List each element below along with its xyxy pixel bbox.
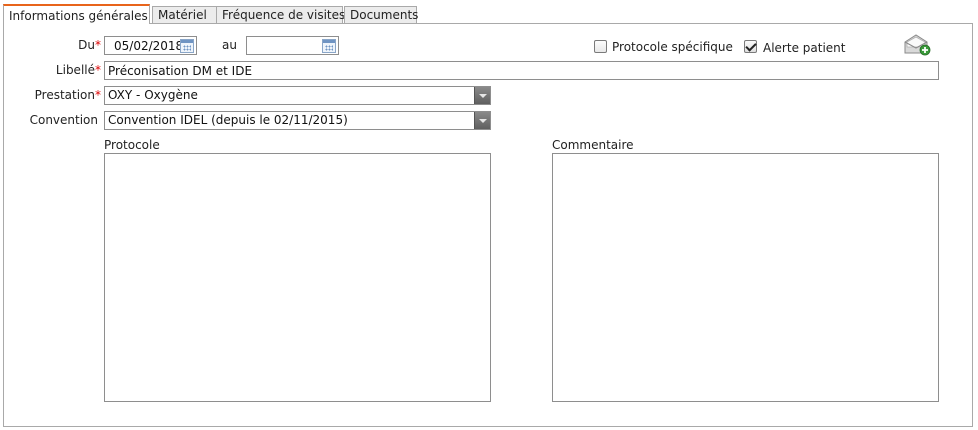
libelle-label: Libellé* [55, 63, 101, 77]
prestation-select[interactable]: OXY - Oxygène [104, 86, 491, 105]
convention-label: Convention [29, 113, 98, 127]
calendar-icon[interactable] [322, 39, 336, 53]
protocole-specifique-label: Protocole spécifique [612, 40, 733, 54]
au-label: au [222, 38, 237, 52]
protocole-specifique-checkbox[interactable] [594, 40, 607, 53]
tab-label: Matériel [158, 8, 207, 22]
convention-select[interactable]: Convention IDEL (depuis le 02/11/2015) [104, 111, 491, 130]
tab-label: Documents [350, 8, 419, 22]
tab-label: Informations générales [9, 9, 148, 23]
calendar-icon[interactable] [180, 39, 194, 53]
chevron-down-icon[interactable] [474, 112, 490, 129]
tab-documents[interactable]: Documents [344, 6, 419, 23]
du-date-value: 05/02/2018 [114, 39, 184, 53]
required-mark: * [95, 88, 101, 102]
alerte-patient-label: Alerte patient [763, 41, 846, 55]
tab-label: Fréquence de visites [222, 8, 346, 22]
convention-value: Convention IDEL (depuis le 02/11/2015) [108, 113, 348, 127]
libelle-input[interactable]: Préconisation DM et IDE [104, 61, 939, 80]
du-label: Du* [78, 38, 101, 52]
tab-materiel[interactable]: Matériel [152, 6, 217, 23]
protocole-label: Protocole [104, 138, 160, 152]
du-date-field[interactable]: 05/02/2018 [104, 36, 197, 55]
libelle-value: Préconisation DM et IDE [108, 64, 253, 78]
au-date-field[interactable] [246, 36, 339, 55]
required-mark: * [95, 38, 101, 52]
required-mark: * [95, 63, 101, 77]
tab-informations-generales[interactable]: Informations générales [3, 4, 150, 24]
prestation-label: Prestation* [34, 88, 101, 102]
protocole-textarea[interactable] [104, 153, 491, 402]
alerte-patient-checkbox[interactable] [744, 40, 757, 53]
tab-frequence-de-visites[interactable]: Fréquence de visites [216, 6, 346, 23]
commentaire-textarea[interactable] [552, 153, 939, 402]
commentaire-label: Commentaire [552, 138, 634, 152]
prestation-value: OXY - Oxygène [108, 88, 198, 102]
chevron-down-icon[interactable] [474, 87, 490, 104]
envelope-add-icon[interactable] [903, 34, 931, 56]
